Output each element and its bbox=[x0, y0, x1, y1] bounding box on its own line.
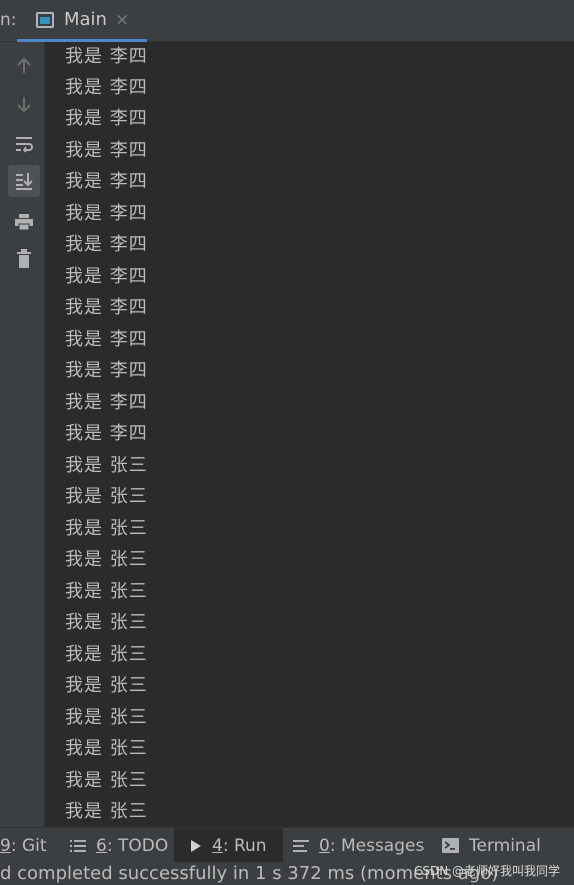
tab-git-number: 9 bbox=[0, 835, 11, 856]
console-line: 我是 李四 bbox=[65, 329, 148, 350]
console-line: 我是 李四 bbox=[65, 77, 148, 98]
tab-title: Main bbox=[64, 9, 107, 30]
console-line: 我是 张三 bbox=[65, 486, 148, 507]
watermark: CSDN @老师好我叫我同学 bbox=[413, 864, 560, 878]
tab-terminal[interactable]: Terminal bbox=[442, 828, 541, 863]
tab-terminal-label: Terminal bbox=[469, 835, 541, 856]
close-icon[interactable]: × bbox=[115, 10, 129, 30]
console-line: 我是 李四 bbox=[65, 392, 148, 413]
console-line: 我是 李四 bbox=[65, 360, 148, 381]
arrow-up-icon[interactable] bbox=[8, 50, 40, 82]
console-line: 我是 李四 bbox=[65, 266, 148, 287]
run-tool-window-header: n: Main × bbox=[0, 0, 574, 42]
trash-icon[interactable] bbox=[8, 243, 40, 275]
console-line: 我是 李四 bbox=[65, 108, 148, 129]
messages-icon bbox=[293, 839, 309, 853]
print-icon[interactable] bbox=[8, 206, 40, 238]
console-line: 我是 张三 bbox=[65, 518, 148, 539]
tab-run[interactable]: 4: Run bbox=[174, 828, 283, 863]
tab-run-label: : Run bbox=[222, 835, 267, 856]
tab-todo[interactable]: 6: TODO bbox=[70, 828, 168, 863]
console-line: 我是 张三 bbox=[65, 738, 148, 759]
console-line: 我是 张三 bbox=[65, 581, 148, 602]
tab-main[interactable]: Main × bbox=[17, 0, 147, 42]
tab-messages-label: : Messages bbox=[329, 835, 425, 856]
soft-wrap-icon[interactable] bbox=[8, 128, 40, 160]
tab-messages-number: 0 bbox=[319, 835, 330, 856]
console-line: 我是 张三 bbox=[65, 644, 148, 665]
console-line: 我是 张三 bbox=[65, 612, 148, 633]
scroll-to-end-icon[interactable] bbox=[8, 165, 40, 197]
tab-todo-label: : TODO bbox=[106, 835, 169, 856]
console-line: 我是 李四 bbox=[65, 140, 148, 161]
tab-messages[interactable]: 0: Messages bbox=[293, 828, 424, 863]
tab-run-number: 4 bbox=[212, 835, 223, 856]
run-label: n: bbox=[0, 10, 17, 30]
tab-todo-number: 6 bbox=[96, 835, 107, 856]
console-line: 我是 李四 bbox=[65, 203, 148, 224]
console-line: 我是 李四 bbox=[65, 234, 148, 255]
tab-git[interactable]: 9: Git bbox=[0, 828, 47, 863]
console-line: 我是 张三 bbox=[65, 549, 148, 570]
console-line: 我是 李四 bbox=[65, 423, 148, 444]
console-line: 我是 张三 bbox=[65, 801, 148, 822]
console-line: 我是 张三 bbox=[65, 707, 148, 728]
arrow-down-icon[interactable] bbox=[8, 88, 40, 120]
console-output[interactable]: 我是 李四 我是 李四 我是 李四 我是 李四 我是 李四 我是 李四 我是 李… bbox=[45, 42, 574, 827]
window-icon bbox=[36, 12, 54, 28]
tab-git-label: : Git bbox=[10, 835, 47, 856]
console-line: 我是 李四 bbox=[65, 46, 148, 67]
run-icon bbox=[190, 839, 202, 853]
terminal-icon bbox=[442, 838, 459, 853]
list-icon bbox=[70, 839, 86, 853]
console-line: 我是 张三 bbox=[65, 675, 148, 696]
console-line: 我是 张三 bbox=[65, 770, 148, 791]
console-line: 我是 李四 bbox=[65, 297, 148, 318]
tool-window-bar: 9: Git 6: TODO 4: Run 0: Messages Termin… bbox=[0, 827, 574, 863]
console-line: 我是 张三 bbox=[65, 455, 148, 476]
console-line: 我是 李四 bbox=[65, 171, 148, 192]
console-toolbar bbox=[0, 42, 45, 827]
status-bar: d completed successfully in 1 s 372 ms (… bbox=[0, 862, 574, 885]
